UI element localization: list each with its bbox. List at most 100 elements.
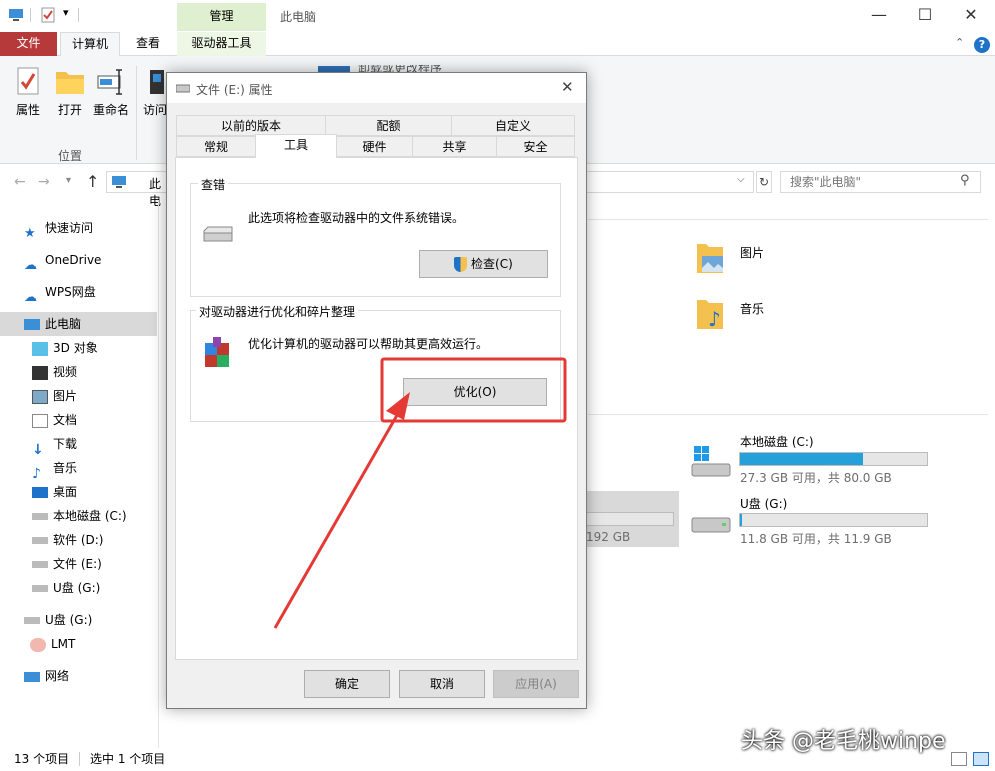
minimize-button[interactable]: —	[856, 0, 902, 31]
nav-item-this-pc[interactable]: 此电脑	[0, 312, 157, 336]
tab-computer[interactable]: 计算机	[60, 32, 120, 57]
optimize-button[interactable]: 优化(O)	[403, 378, 547, 406]
drive-icon	[32, 513, 48, 520]
nav-item-network[interactable]: 网络	[24, 664, 69, 688]
window-title: 此电脑	[280, 10, 317, 24]
address-bar-tail[interactable]	[586, 171, 754, 193]
manage-context-tab: 管理	[177, 3, 266, 31]
nav-item-drive-e[interactable]: 文件 (E:)	[32, 552, 102, 576]
nav-item-music[interactable]: ♪ 音乐	[32, 456, 78, 482]
nav-item-drive-g[interactable]: U盘 (G:)	[32, 576, 100, 600]
windows-drive-icon[interactable]	[690, 444, 732, 480]
tab-file[interactable]: 文件	[0, 32, 57, 56]
tab-drive-tools[interactable]: 驱动器工具	[177, 32, 266, 56]
tiles-view-icon[interactable]	[973, 752, 989, 766]
address-bar[interactable]: 此电	[106, 171, 168, 208]
uac-shield-icon	[454, 257, 468, 272]
svg-text:♪: ♪	[708, 307, 721, 330]
nav-label: 图片	[53, 389, 78, 403]
error-checking-group	[190, 183, 561, 297]
nav-item-quick-access[interactable]: ★ 快速访问	[24, 216, 94, 241]
tab-security[interactable]: 安全	[496, 136, 575, 157]
close-button[interactable]: ✕	[948, 0, 994, 31]
usb-drive-icon[interactable]	[690, 512, 732, 538]
nav-item-wps[interactable]: ☁ WPS网盘	[24, 280, 96, 305]
nav-item-lmt[interactable]: LMT	[30, 632, 75, 656]
tab-customize[interactable]: 自定义	[451, 115, 575, 136]
nav-item-documents[interactable]: 文档	[32, 408, 77, 432]
selected-drive-bar	[586, 512, 674, 526]
nav-label: U盘 (G:)	[45, 613, 93, 627]
maximize-button[interactable]: ☐	[902, 0, 948, 31]
tab-quota[interactable]: 配额	[325, 115, 452, 136]
nav-item-3d[interactable]: 3D 对象	[32, 336, 98, 360]
navigation-pane: ★ 快速访问 ☁ OneDrive ☁ WPS网盘 此电脑 3D 对象 视频 图片 文…	[0, 216, 158, 696]
drive-usage-bar-g	[739, 513, 928, 527]
nav-item-downloads[interactable]: ↓ 下载	[32, 432, 77, 458]
ribbon-collapse-icon[interactable]: ⌃	[955, 36, 964, 49]
rename-button[interactable]: 重命名	[91, 101, 131, 118]
open-button[interactable]: 打开	[52, 101, 88, 118]
drive-name-g[interactable]: U盘 (G:)	[740, 495, 787, 512]
qat-divider	[30, 8, 31, 22]
refresh-icon[interactable]: ↻	[756, 171, 772, 193]
tab-tools[interactable]: 工具	[255, 134, 337, 158]
nav-label: 快速访问	[45, 221, 94, 235]
drive-usage-fill-c	[740, 453, 864, 465]
nav-item-pictures[interactable]: 图片	[32, 384, 77, 408]
cancel-button[interactable]: 取消	[399, 670, 485, 698]
nav-item-video[interactable]: 视频	[32, 360, 77, 384]
drive-name-c[interactable]: 本地磁盘 (C:)	[740, 433, 814, 450]
back-icon[interactable]: ←	[14, 174, 26, 190]
error-checking-title: 查错	[198, 176, 229, 193]
tab-sharing[interactable]: 共享	[412, 136, 497, 157]
pictures-folder-icon[interactable]	[696, 240, 724, 274]
cube-icon	[32, 341, 48, 356]
details-view-icon[interactable]	[951, 752, 967, 766]
section-divider-folders	[588, 219, 988, 220]
properties-button[interactable]: 属性	[10, 101, 46, 118]
properties-check-icon[interactable]	[40, 7, 56, 23]
section-divider-drives	[588, 414, 988, 415]
check-button[interactable]: 检查(C)	[419, 250, 548, 278]
qat-dropdown-icon[interactable]: ▾	[63, 6, 69, 19]
ok-button[interactable]: 确定	[304, 670, 390, 698]
computer-icon[interactable]	[8, 7, 24, 23]
help-icon[interactable]: ?	[974, 37, 990, 53]
search-input[interactable]: 搜索"此电脑"	[780, 171, 981, 193]
up-icon[interactable]: ↑	[86, 172, 99, 191]
nav-label: 文件 (E:)	[53, 557, 102, 571]
forward-icon[interactable]: →	[38, 174, 50, 190]
nav-label: 网络	[45, 669, 70, 683]
properties-icon[interactable]	[16, 66, 40, 96]
nav-item-drive-c[interactable]: 本地磁盘 (C:)	[32, 504, 127, 528]
folder-label-music[interactable]: 音乐	[740, 300, 764, 317]
selected-drive-size: 192 GB	[586, 530, 631, 544]
dialog-close-icon[interactable]: ✕	[561, 78, 574, 96]
title-bar	[0, 0, 995, 32]
rename-icon[interactable]	[97, 68, 127, 96]
qat-divider-2	[78, 8, 79, 22]
address-dropdown-icon[interactable]: ⌵	[737, 174, 745, 185]
drive-info-c: 27.3 GB 可用，共 80.0 GB	[740, 471, 892, 485]
nav-label: 文档	[53, 413, 78, 427]
tab-view[interactable]: 查看	[126, 32, 170, 56]
open-folder-icon[interactable]	[55, 67, 85, 95]
tab-previous-versions[interactable]: 以前的版本	[176, 115, 326, 136]
nav-item-onedrive[interactable]: ☁ OneDrive	[24, 248, 101, 273]
folder-label-pictures[interactable]: 图片	[740, 244, 764, 261]
dialog-title: 文件 (E:) 属性	[196, 83, 273, 97]
music-folder-icon[interactable]: ♪	[696, 296, 724, 330]
recent-dropdown-icon[interactable]: ▾	[66, 175, 71, 186]
tab-hardware[interactable]: 硬件	[336, 136, 413, 157]
tab-general[interactable]: 常规	[176, 136, 256, 157]
nav-label: 音乐	[53, 461, 78, 475]
nav-item-drive-d[interactable]: 软件 (D:)	[32, 528, 103, 552]
nav-item-usb-g[interactable]: U盘 (G:)	[24, 608, 92, 632]
hard-drive-icon	[203, 226, 233, 242]
status-item-count: 13 个项目	[14, 752, 70, 766]
cloud-icon: ☁	[24, 257, 37, 273]
access-media-icon[interactable]	[148, 68, 166, 96]
nav-item-desktop[interactable]: 桌面	[32, 480, 77, 504]
optimize-desc: 优化计算机的驱动器可以帮助其更高效运行。	[248, 337, 489, 351]
